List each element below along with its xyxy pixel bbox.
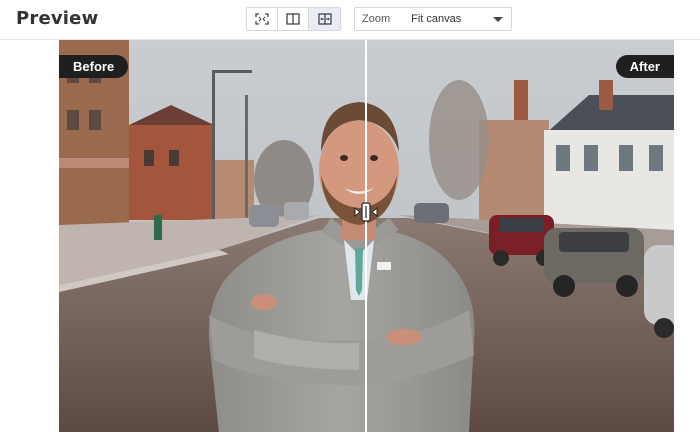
preview-canvas: Before After (59, 40, 674, 432)
zoom-select[interactable]: Zoom Fit canvas (354, 7, 512, 31)
side-by-side-button[interactable] (278, 8, 309, 30)
after-label: After (615, 55, 674, 78)
before-label: Before (59, 55, 129, 78)
split-slider-icon (317, 13, 332, 25)
chevron-down-icon (493, 17, 503, 22)
zoom-label: Zoom (362, 13, 391, 25)
side-by-side-icon (286, 13, 300, 25)
split-handle-icon[interactable] (351, 201, 381, 223)
view-mode-group (246, 7, 341, 31)
page-title: Preview (16, 8, 99, 29)
preview-header: Preview Zoom Fit canvas (0, 0, 700, 40)
fit-screen-button[interactable] (247, 8, 278, 30)
split-divider[interactable] (365, 40, 367, 432)
fit-screen-icon (255, 13, 269, 25)
split-slider-button[interactable] (309, 8, 340, 30)
zoom-value: Fit canvas (411, 13, 462, 25)
